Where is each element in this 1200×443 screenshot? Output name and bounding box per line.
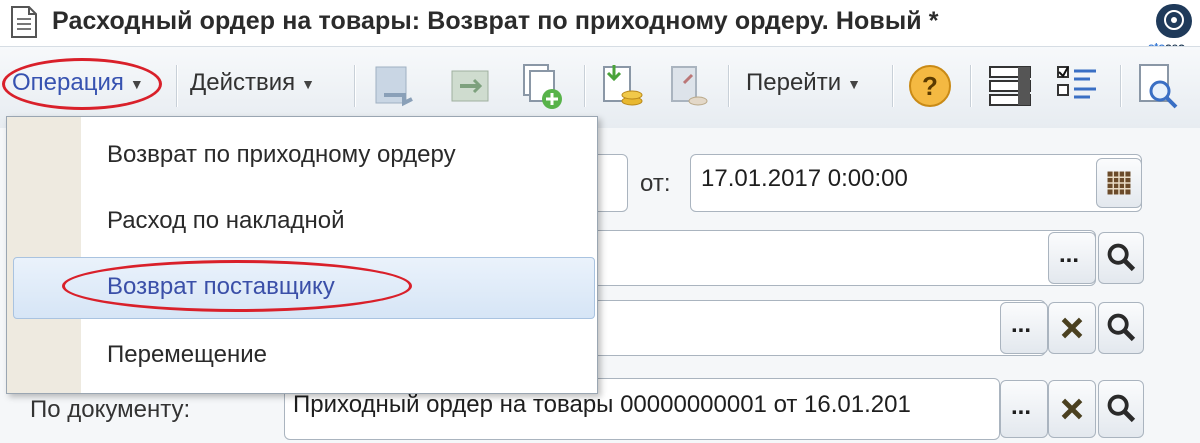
- goto-menu-button[interactable]: Перейти ▼: [746, 69, 861, 105]
- open-search-button[interactable]: [1098, 380, 1144, 438]
- date-value: 17.01.2017 0:00:00: [701, 165, 908, 192]
- search-icon: [1107, 394, 1136, 423]
- toolbar-separator: [970, 65, 972, 107]
- goto-menu-label: Перейти: [746, 69, 842, 96]
- operation-menu-button[interactable]: Операция ▼: [12, 69, 144, 105]
- post-document-icon[interactable]: [370, 61, 418, 111]
- close-icon: [1061, 317, 1083, 339]
- logo-emblem-icon: [1156, 4, 1192, 38]
- ellipsis-icon: ...: [1059, 241, 1080, 268]
- calendar-button[interactable]: [1096, 158, 1142, 208]
- search-icon: [1107, 243, 1136, 272]
- close-icon: [1061, 398, 1083, 420]
- window-title-bar: Расходный ордер на товары: Возврат по пр…: [0, 0, 1140, 44]
- select-button[interactable]: ...: [1000, 380, 1048, 438]
- date-field[interactable]: 17.01.2017 0:00:00: [690, 154, 1142, 212]
- window-title: Расходный ордер на товары: Возврат по пр…: [52, 7, 939, 35]
- toolbar-separator: [1120, 65, 1122, 107]
- toolbar-separator: [176, 65, 178, 107]
- help-button[interactable]: ?: [906, 61, 954, 111]
- counterparty-field[interactable]: [540, 230, 1096, 286]
- toolbar-separator: [354, 65, 356, 107]
- checklist-settings-icon[interactable]: [1054, 61, 1102, 111]
- chevron-down-icon: ▼: [301, 75, 316, 92]
- ellipsis-icon: ...: [1011, 311, 1032, 338]
- document-icon: [11, 6, 37, 38]
- preview-icon[interactable]: [1134, 61, 1180, 111]
- toolbar-separator: [728, 65, 730, 107]
- print-to-warehouse-icon[interactable]: [598, 61, 646, 111]
- by-document-value: Приходный ордер на товары 00000000001 от…: [293, 391, 911, 418]
- menu-item-label: Возврат по приходному ордеру: [107, 141, 456, 168]
- open-search-button[interactable]: [1098, 302, 1144, 354]
- clear-button[interactable]: [1048, 380, 1096, 438]
- search-icon: [1107, 313, 1136, 342]
- unpost-document-icon[interactable]: [446, 61, 494, 111]
- chevron-down-icon: ▼: [847, 75, 861, 92]
- by-document-label: По документу:: [30, 396, 191, 423]
- toolbar-separator: [892, 65, 894, 107]
- copy-document-icon[interactable]: [518, 61, 566, 111]
- toolbar-separator: [584, 65, 586, 107]
- clear-button[interactable]: [1048, 302, 1096, 354]
- ellipsis-icon: ...: [1011, 393, 1032, 420]
- open-search-button[interactable]: [1098, 232, 1144, 284]
- warehouse-field[interactable]: [540, 300, 1046, 356]
- calendar-icon: [1107, 171, 1131, 195]
- menu-item-transfer[interactable]: Перемещение: [13, 325, 595, 387]
- actions-menu-button[interactable]: Действия ▼: [190, 69, 315, 105]
- menu-item-return-by-receipt-order[interactable]: Возврат по приходному ордеру: [13, 125, 595, 187]
- menu-item-expense-by-invoice[interactable]: Расход по накладной: [13, 191, 595, 253]
- register-movements-icon[interactable]: [664, 61, 712, 111]
- date-label: от:: [640, 170, 671, 197]
- actions-menu-label: Действия: [190, 69, 296, 96]
- select-button[interactable]: ...: [1000, 302, 1048, 354]
- operation-menu-label: Операция: [12, 69, 124, 96]
- help-icon: ?: [922, 71, 938, 101]
- select-button[interactable]: ...: [1048, 232, 1096, 284]
- operation-dropdown-menu: Возврат по приходному ордеру Расход по н…: [6, 116, 598, 394]
- menu-item-label: Расход по накладной: [107, 207, 345, 234]
- menu-item-label: Перемещение: [107, 341, 267, 368]
- structure-list-icon[interactable]: [986, 61, 1034, 111]
- menu-item-return-to-supplier[interactable]: Возврат поставщику: [13, 257, 595, 319]
- chevron-down-icon: ▼: [129, 75, 144, 92]
- menu-item-label: Возврат поставщику: [107, 273, 335, 300]
